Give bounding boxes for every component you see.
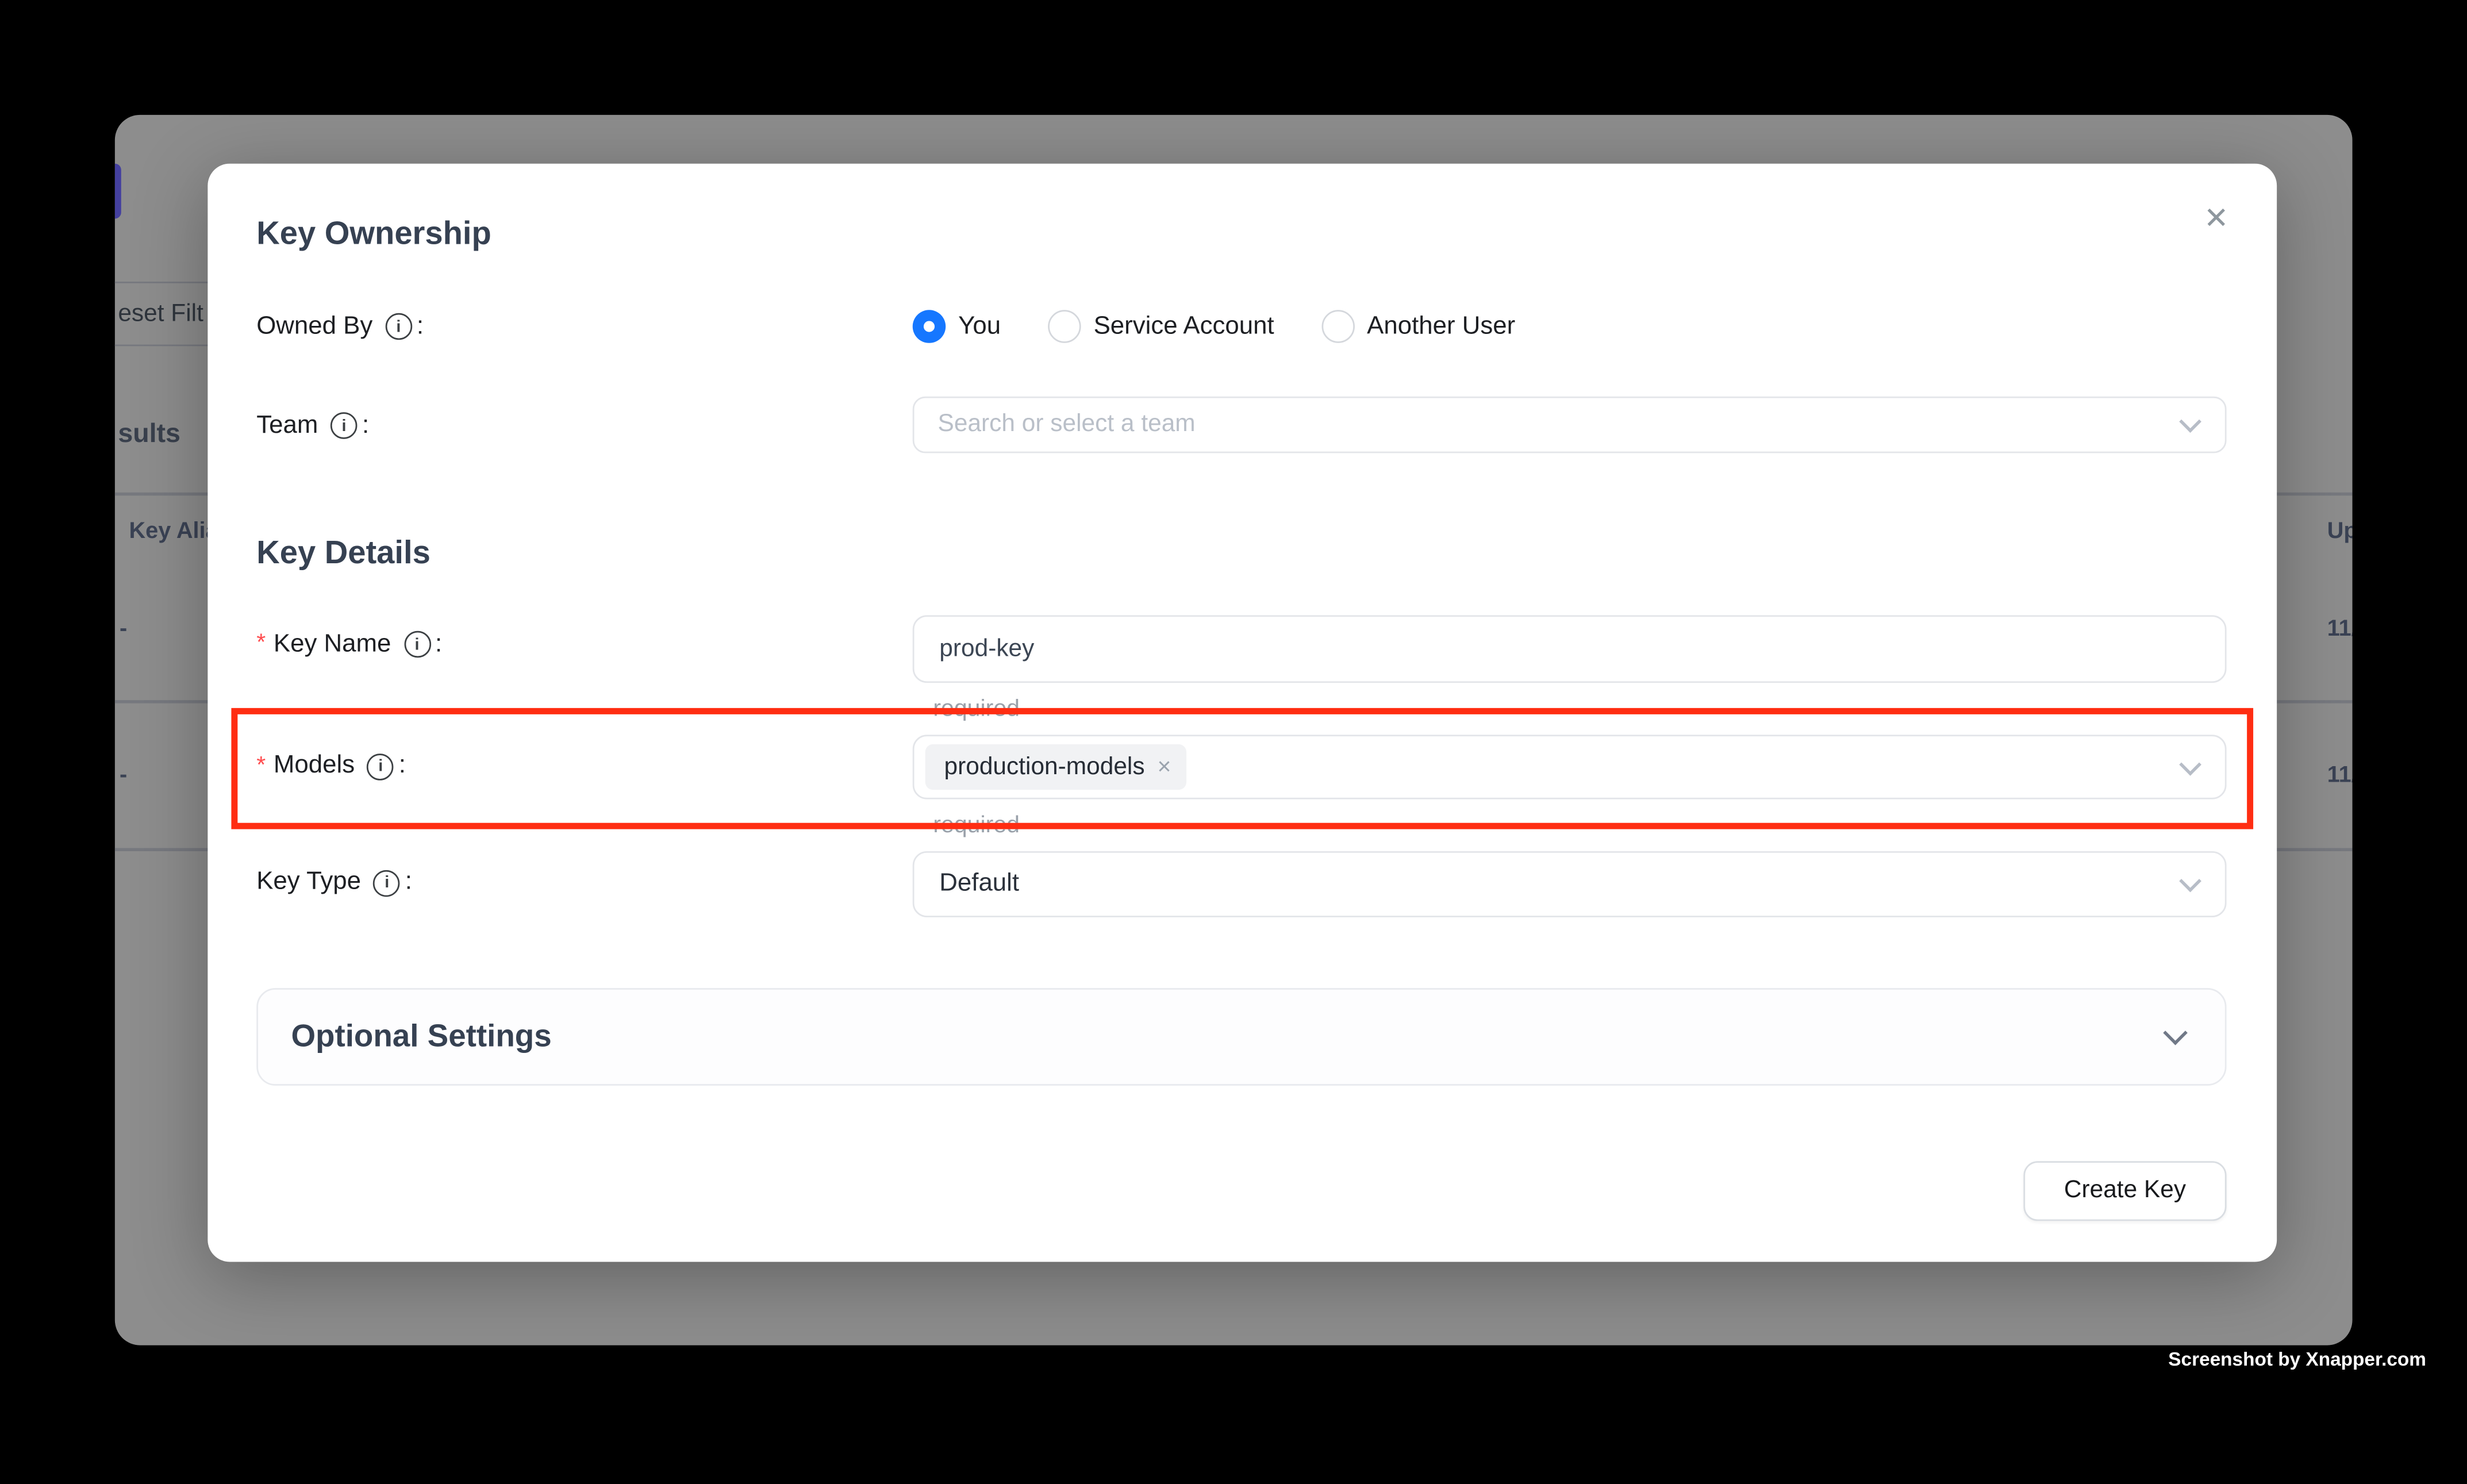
radio-unselected-icon[interactable]: [1048, 310, 1081, 343]
team-label: Team: [256, 412, 318, 440]
chevron-down-icon: [2163, 1021, 2188, 1045]
close-icon[interactable]: ✕: [2196, 199, 2237, 240]
label-colon: :: [435, 630, 442, 658]
chevron-down-icon: [2179, 753, 2201, 775]
required-asterisk: *: [256, 751, 266, 778]
required-asterisk: *: [256, 629, 266, 656]
info-icon[interactable]: i: [331, 412, 358, 439]
chevron-down-icon: [2179, 410, 2201, 433]
models-label: Models: [274, 752, 355, 781]
key-name-input[interactable]: prod-key: [913, 615, 2227, 683]
optional-settings-panel[interactable]: Optional Settings: [256, 988, 2226, 1086]
radio-label: Service Account: [1094, 312, 1274, 340]
key-type-value: Default: [914, 870, 1019, 898]
label-colon: :: [405, 868, 412, 897]
owned-by-label-row: Owned By i :: [256, 307, 424, 345]
radio-option-service-account[interactable]: Service Account: [1048, 310, 1274, 343]
column-header-updated: Up: [2327, 519, 2353, 544]
key-name-label: Key Name: [274, 630, 391, 658]
table-row-cell-dash: -: [120, 617, 127, 642]
label-colon: :: [417, 312, 424, 340]
chevron-down-icon: [2179, 870, 2201, 893]
create-key-button[interactable]: Create Key: [2023, 1161, 2226, 1221]
team-select[interactable]: Search or select a team: [913, 397, 2227, 453]
radio-selected-icon[interactable]: [913, 310, 946, 343]
label-colon: :: [399, 752, 406, 781]
models-required-error: required: [933, 811, 1020, 838]
tag-remove-icon[interactable]: ×: [1157, 755, 1171, 779]
dimmed-app-window: eset Filt sults Key Alia Up - 11/ - 11/ …: [115, 115, 2353, 1345]
label-colon: :: [362, 412, 369, 440]
team-select-placeholder: Search or select a team: [914, 410, 1195, 439]
radio-option-you[interactable]: You: [913, 310, 1001, 343]
results-count-partial: sults: [118, 418, 180, 450]
key-name-value: prod-key: [914, 635, 1034, 663]
info-icon[interactable]: i: [367, 753, 394, 780]
column-header-key-alias: Key Alia: [129, 519, 218, 544]
key-name-required-error: required: [933, 695, 1020, 722]
radio-label: Another User: [1367, 312, 1515, 340]
models-label-row: * Models i :: [256, 747, 406, 785]
section-title-key-details: Key Details: [256, 534, 431, 572]
owned-by-label: Owned By: [256, 312, 372, 340]
team-label-row: Team i :: [256, 407, 369, 445]
screenshot-canvas: eset Filt sults Key Alia Up - 11/ - 11/ …: [0, 0, 2467, 1484]
models-multiselect[interactable]: production-models ×: [913, 735, 2227, 799]
owned-by-radio-group: You Service Account Another User: [913, 307, 1515, 345]
key-type-label: Key Type: [256, 868, 361, 897]
selected-model-tag: production-models ×: [925, 744, 1187, 790]
table-row-cell-dash: -: [120, 763, 127, 789]
selected-model-tag-label: production-models: [944, 753, 1145, 781]
optional-settings-title: Optional Settings: [291, 1019, 551, 1055]
xnapper-watermark: Screenshot by Xnapper.com: [2168, 1348, 2426, 1370]
info-icon[interactable]: i: [404, 631, 431, 658]
key-name-label-row: * Key Name i :: [256, 625, 442, 663]
stage: eset Filt sults Key Alia Up - 11/ - 11/ …: [0, 0, 2467, 1483]
radio-option-another-user[interactable]: Another User: [1321, 310, 1515, 343]
key-type-label-row: Key Type i :: [256, 864, 412, 902]
radio-unselected-icon[interactable]: [1321, 310, 1354, 343]
info-icon[interactable]: i: [385, 313, 412, 340]
partial-primary-button[interactable]: [115, 164, 121, 219]
key-type-select[interactable]: Default: [913, 851, 2227, 917]
create-key-modal: ✕ Key Ownership Owned By i : You Service: [207, 163, 2276, 1261]
section-title-key-ownership: Key Ownership: [256, 215, 491, 253]
info-icon[interactable]: i: [374, 869, 401, 896]
reset-filters-label: eset Filt: [118, 299, 203, 328]
table-row-cell-date: 11/: [2327, 763, 2353, 789]
radio-label: You: [958, 312, 1001, 340]
table-row-cell-date: 11/: [2327, 617, 2353, 642]
